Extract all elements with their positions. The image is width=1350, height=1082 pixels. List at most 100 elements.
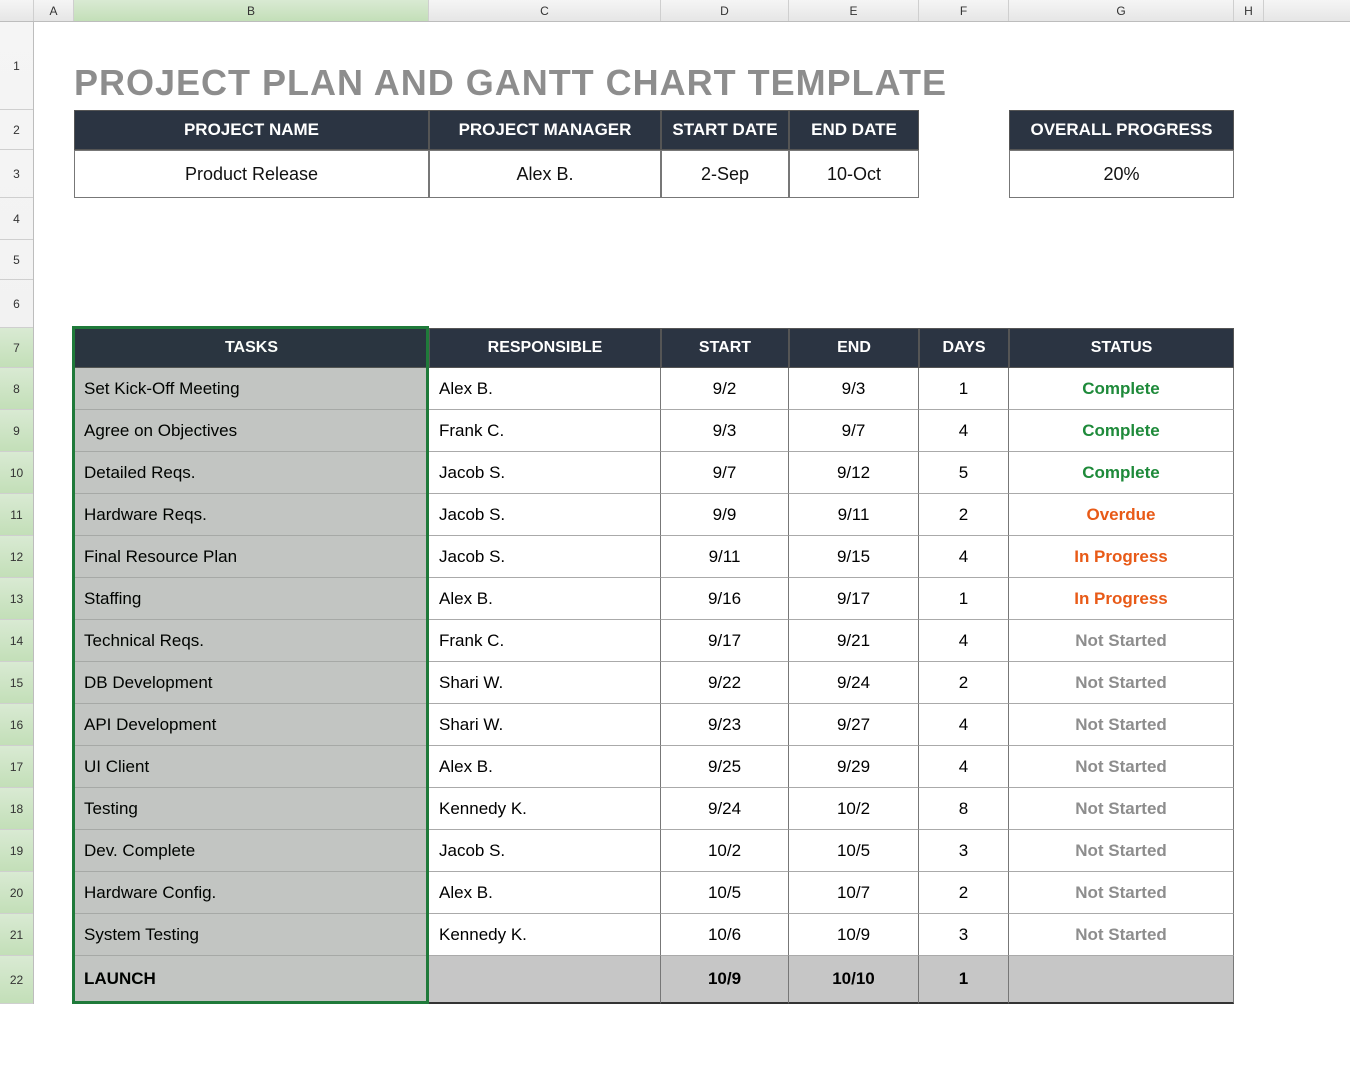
task-start-cell[interactable]: 9/23 <box>661 704 789 746</box>
task-start-cell[interactable]: 10/6 <box>661 914 789 956</box>
task-days-cell[interactable]: 3 <box>919 830 1009 872</box>
task-days-cell[interactable]: 2 <box>919 494 1009 536</box>
task-end-cell[interactable]: 10/2 <box>789 788 919 830</box>
task-end-cell[interactable]: 9/17 <box>789 578 919 620</box>
task-days-cell[interactable]: 1 <box>919 956 1009 1004</box>
row-header-7[interactable]: 7 <box>0 328 33 368</box>
task-days-cell[interactable]: 2 <box>919 872 1009 914</box>
summary-header-project-manager[interactable]: PROJECT MANAGER <box>429 110 661 150</box>
task-start-cell[interactable]: 9/25 <box>661 746 789 788</box>
col-header-c[interactable]: C <box>429 0 661 21</box>
task-end-cell[interactable]: 10/7 <box>789 872 919 914</box>
task-start-cell[interactable]: 9/17 <box>661 620 789 662</box>
row-6-empty[interactable] <box>34 280 1234 328</box>
task-responsible-cell[interactable]: Jacob S. <box>429 494 661 536</box>
table-row-launch[interactable]: LAUNCH 10/910/101 <box>34 956 1350 1004</box>
col-header-d[interactable]: D <box>661 0 789 21</box>
task-start-cell[interactable]: 9/2 <box>661 368 789 410</box>
table-row[interactable]: Agree on ObjectivesFrank C.9/39/74Comple… <box>34 410 1350 452</box>
task-header-tasks[interactable]: TASKS <box>74 328 429 368</box>
cell-a7[interactable] <box>34 328 74 368</box>
task-name-cell[interactable]: Dev. Complete <box>74 830 429 872</box>
task-start-cell[interactable]: 9/16 <box>661 578 789 620</box>
task-end-cell[interactable]: 9/15 <box>789 536 919 578</box>
task-name-cell[interactable]: LAUNCH <box>74 956 429 1004</box>
summary-value-project-name[interactable]: Product Release <box>74 150 429 198</box>
task-status-cell[interactable]: Overdue <box>1009 494 1234 536</box>
summary-value-end-date[interactable]: 10-Oct <box>789 150 919 198</box>
summary-header-end-date[interactable]: END DATE <box>789 110 919 150</box>
row-5-empty[interactable] <box>34 240 1234 280</box>
table-row[interactable]: Hardware Config.Alex B.10/510/72Not Star… <box>34 872 1350 914</box>
cell-blank[interactable] <box>34 872 74 914</box>
task-name-cell[interactable]: Staffing <box>74 578 429 620</box>
row-header-4[interactable]: 4 <box>0 198 33 240</box>
task-responsible-cell[interactable]: Shari W. <box>429 662 661 704</box>
task-status-cell[interactable]: Not Started <box>1009 704 1234 746</box>
col-header-e[interactable]: E <box>789 0 919 21</box>
row-header-18[interactable]: 18 <box>0 788 33 830</box>
row-header-5[interactable]: 5 <box>0 240 33 280</box>
task-start-cell[interactable]: 10/5 <box>661 872 789 914</box>
cell-blank[interactable] <box>34 536 74 578</box>
table-row[interactable]: Hardware Reqs.Jacob S.9/99/112Overdue <box>34 494 1350 536</box>
table-row[interactable]: UI ClientAlex B.9/259/294Not Started <box>34 746 1350 788</box>
task-days-cell[interactable]: 3 <box>919 914 1009 956</box>
cell-f3[interactable] <box>919 150 1009 198</box>
task-status-cell[interactable]: Complete <box>1009 368 1234 410</box>
cell-blank[interactable] <box>34 746 74 788</box>
cell-blank[interactable] <box>34 956 74 1004</box>
cell-f2[interactable] <box>919 110 1009 150</box>
cell-blank[interactable] <box>34 704 74 746</box>
task-start-cell[interactable]: 10/9 <box>661 956 789 1004</box>
task-name-cell[interactable]: UI Client <box>74 746 429 788</box>
task-start-cell[interactable]: 9/24 <box>661 788 789 830</box>
task-status-cell[interactable] <box>1009 956 1234 1004</box>
task-status-cell[interactable]: Not Started <box>1009 830 1234 872</box>
spreadsheet-grid[interactable]: PROJECT PLAN AND GANTT CHART TEMPLATE PR… <box>34 22 1350 1004</box>
summary-header-start-date[interactable]: START DATE <box>661 110 789 150</box>
task-header-start[interactable]: START <box>661 328 789 368</box>
task-days-cell[interactable]: 4 <box>919 704 1009 746</box>
task-days-cell[interactable]: 5 <box>919 452 1009 494</box>
summary-value-overall-progress[interactable]: 20% <box>1009 150 1234 198</box>
cell-blank[interactable] <box>34 578 74 620</box>
col-header-g[interactable]: G <box>1009 0 1234 21</box>
task-responsible-cell[interactable]: Alex B. <box>429 746 661 788</box>
row-header-2[interactable]: 2 <box>0 110 33 150</box>
table-row[interactable]: DB DevelopmentShari W.9/229/242Not Start… <box>34 662 1350 704</box>
cell-blank[interactable] <box>34 914 74 956</box>
col-header-a[interactable]: A <box>34 0 74 21</box>
task-responsible-cell[interactable]: Alex B. <box>429 368 661 410</box>
task-header-responsible[interactable]: RESPONSIBLE <box>429 328 661 368</box>
task-days-cell[interactable]: 2 <box>919 662 1009 704</box>
task-end-cell[interactable]: 10/10 <box>789 956 919 1004</box>
row-header-20[interactable]: 20 <box>0 872 33 914</box>
task-days-cell[interactable]: 4 <box>919 620 1009 662</box>
row-4-empty[interactable] <box>34 198 1234 240</box>
cell-a1[interactable] <box>34 22 74 110</box>
row-header-8[interactable]: 8 <box>0 368 33 410</box>
task-end-cell[interactable]: 9/3 <box>789 368 919 410</box>
table-row[interactable]: API DevelopmentShari W.9/239/274Not Star… <box>34 704 1350 746</box>
task-name-cell[interactable]: Technical Reqs. <box>74 620 429 662</box>
task-end-cell[interactable]: 9/7 <box>789 410 919 452</box>
task-status-cell[interactable]: Not Started <box>1009 746 1234 788</box>
cell-blank[interactable] <box>34 494 74 536</box>
table-row[interactable]: Technical Reqs.Frank C.9/179/214Not Star… <box>34 620 1350 662</box>
task-name-cell[interactable]: Hardware Reqs. <box>74 494 429 536</box>
task-status-cell[interactable]: Not Started <box>1009 662 1234 704</box>
row-header-10[interactable]: 10 <box>0 452 33 494</box>
cell-a2[interactable] <box>34 110 74 150</box>
task-status-cell[interactable]: In Progress <box>1009 536 1234 578</box>
task-days-cell[interactable]: 8 <box>919 788 1009 830</box>
task-header-status[interactable]: STATUS <box>1009 328 1234 368</box>
task-status-cell[interactable]: In Progress <box>1009 578 1234 620</box>
task-name-cell[interactable]: Set Kick-Off Meeting <box>74 368 429 410</box>
task-status-cell[interactable]: Not Started <box>1009 872 1234 914</box>
task-responsible-cell[interactable]: Kennedy K. <box>429 788 661 830</box>
cell-blank[interactable] <box>34 410 74 452</box>
task-status-cell[interactable]: Complete <box>1009 452 1234 494</box>
task-responsible-cell[interactable]: Frank C. <box>429 620 661 662</box>
row-header-9[interactable]: 9 <box>0 410 33 452</box>
